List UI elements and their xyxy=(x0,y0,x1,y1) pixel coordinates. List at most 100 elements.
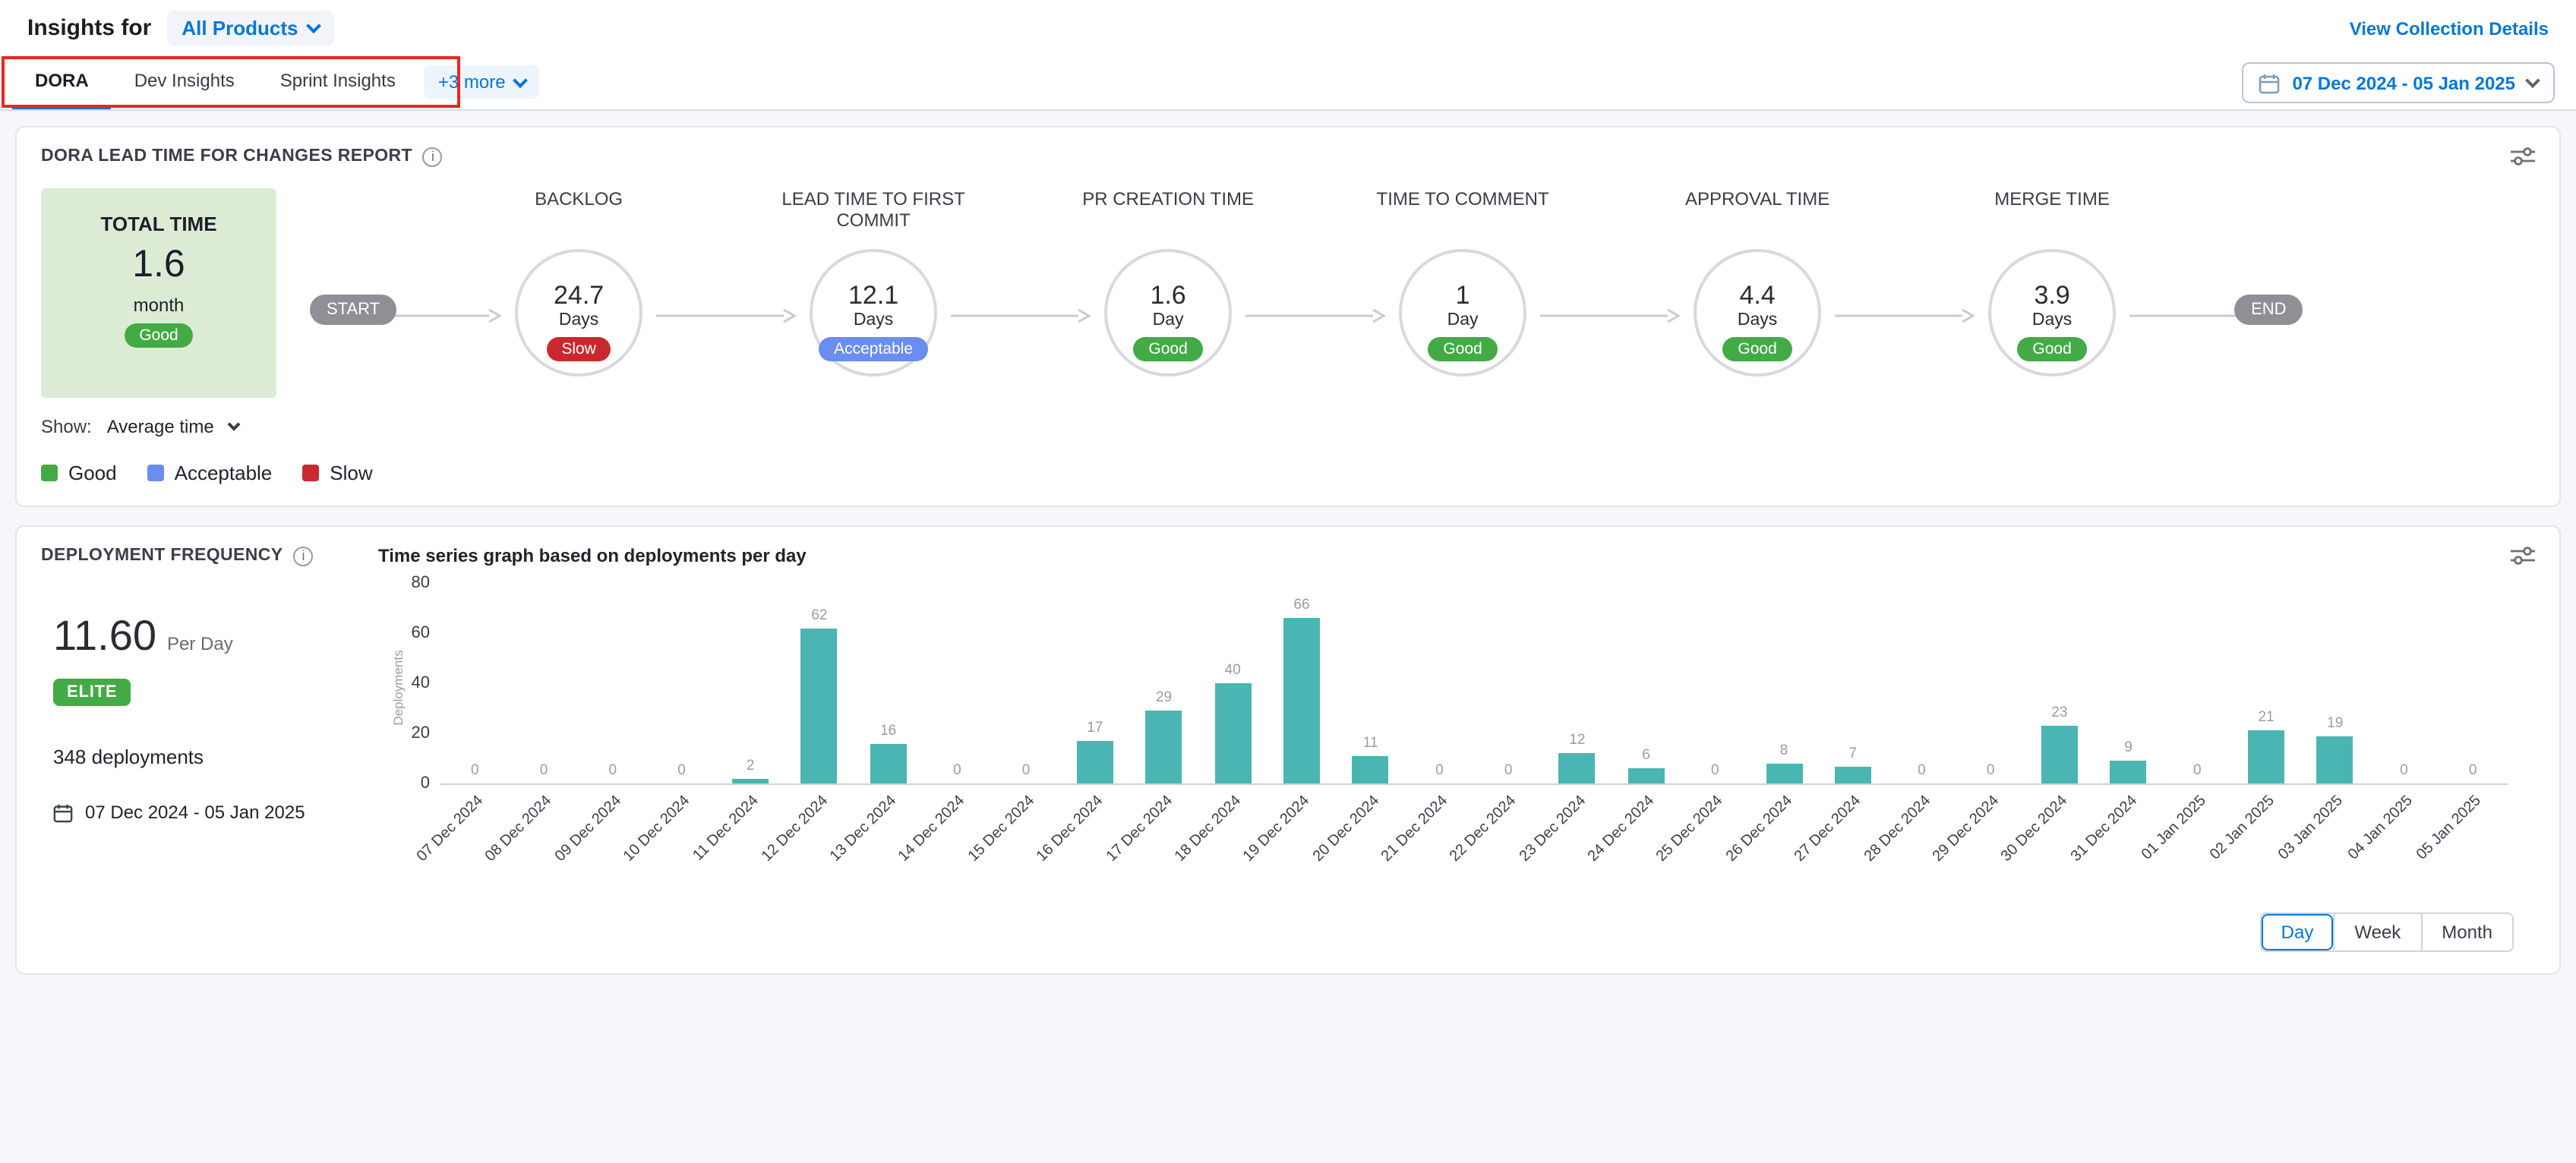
chart-settings-icon[interactable] xyxy=(2511,146,2535,167)
stage-name: TIME TO COMMENT xyxy=(1362,188,1563,249)
x-axis-label: 20 Dec 2024 xyxy=(1310,793,1383,865)
bar[interactable] xyxy=(1214,683,1251,783)
info-icon[interactable]: i xyxy=(294,546,314,566)
legend: GoodAcceptableSlow xyxy=(41,462,2535,484)
bar-value-label: 0 xyxy=(1504,762,1513,779)
info-icon[interactable]: i xyxy=(423,147,443,166)
x-axis-label: 26 Dec 2024 xyxy=(1723,793,1796,865)
bar-value-label: 6 xyxy=(1642,747,1650,764)
rating-badge: Slow xyxy=(546,337,611,361)
bar-column: 015 Dec 2024 xyxy=(992,585,1061,783)
bar[interactable] xyxy=(870,743,907,783)
bar-value-label: 66 xyxy=(1293,597,1309,613)
granularity-week[interactable]: Week xyxy=(2333,914,2420,950)
stage-value: 24.7 xyxy=(554,281,604,311)
bar-column: 1716 Dec 2024 xyxy=(1060,585,1129,783)
x-axis-label: 21 Dec 2024 xyxy=(1378,793,1451,865)
end-node: END xyxy=(2234,295,2303,325)
bar-column: 1613 Dec 2024 xyxy=(854,585,923,783)
bar-value-label: 0 xyxy=(471,762,479,779)
bar-column: 1120 Dec 2024 xyxy=(1336,585,1405,783)
x-axis-label: 08 Dec 2024 xyxy=(483,793,556,865)
x-axis-label: 07 Dec 2024 xyxy=(414,793,487,865)
stage-value: 1.6 xyxy=(1150,281,1185,311)
chart-settings-icon[interactable] xyxy=(2511,545,2535,566)
bar-value-label: 16 xyxy=(880,722,896,739)
bar-column: 6619 Dec 2024 xyxy=(1267,585,1337,783)
bar-column: 022 Dec 2024 xyxy=(1474,585,1543,783)
bar[interactable] xyxy=(1146,711,1182,783)
bar[interactable] xyxy=(2317,736,2353,783)
x-axis-label: 23 Dec 2024 xyxy=(1517,793,1589,865)
bar-column: 624 Dec 2024 xyxy=(1612,585,1681,783)
total-rating-badge: Good xyxy=(124,323,193,348)
product-selector[interactable]: All Products xyxy=(166,11,334,46)
tab-dev-insights[interactable]: Dev Insights xyxy=(112,55,257,109)
app-root: Insights for All Products View Collectio… xyxy=(0,0,2576,1163)
deployment-title-group: DEPLOYMENT FREQUENCY i xyxy=(41,546,368,566)
stage-backlog: BACKLOG24.7DaysSlow xyxy=(466,188,691,377)
bar[interactable] xyxy=(1283,618,1320,783)
x-axis-label: 18 Dec 2024 xyxy=(1172,793,1245,865)
deployment-rate: 11.60 Per Day xyxy=(53,612,368,660)
bar[interactable] xyxy=(2248,731,2284,783)
bar[interactable] xyxy=(1077,741,1113,783)
bar[interactable] xyxy=(801,628,838,783)
x-axis-label: 09 Dec 2024 xyxy=(552,793,625,865)
bar-value-label: 17 xyxy=(1087,720,1103,736)
total-time-label: TOTAL TIME xyxy=(100,213,216,235)
x-axis-label: 15 Dec 2024 xyxy=(965,793,1038,865)
legend-item-good: Good xyxy=(41,462,117,484)
bar-column: 2917 Dec 2024 xyxy=(1129,585,1198,783)
granularity-day[interactable]: Day xyxy=(2262,914,2334,950)
bar-column: 007 Dec 2024 xyxy=(440,585,510,783)
show-selector[interactable]: Show: Average time xyxy=(41,416,2535,437)
deployment-rate-unit: Per Day xyxy=(167,633,233,654)
tab-dora[interactable]: DORA xyxy=(12,55,112,109)
bar[interactable] xyxy=(732,778,769,783)
legend-item-acceptable: Acceptable xyxy=(147,462,273,484)
more-tabs-button[interactable]: +3 more xyxy=(425,65,539,99)
bar-column: 021 Dec 2024 xyxy=(1405,585,1474,783)
calendar-icon xyxy=(2259,72,2280,93)
bar-value-label: 0 xyxy=(1435,762,1444,779)
tab-sprint-insights[interactable]: Sprint Insights xyxy=(257,55,418,109)
x-axis-label: 14 Dec 2024 xyxy=(896,793,969,865)
granularity-month[interactable]: Month xyxy=(2420,914,2512,950)
rating-badge: Good xyxy=(1133,337,1202,361)
deployment-date-range: 07 Dec 2024 - 05 Jan 2025 xyxy=(53,802,368,823)
bar-value-label: 0 xyxy=(1918,762,1926,779)
bar[interactable] xyxy=(1628,768,1665,783)
legend-label: Acceptable xyxy=(175,462,273,484)
bar-value-label: 0 xyxy=(1987,762,1995,779)
stage-circle: 12.1DaysAcceptable xyxy=(810,249,937,377)
total-time-unit: month xyxy=(134,295,185,316)
bar-column: 009 Dec 2024 xyxy=(578,585,647,783)
bar-value-label: 0 xyxy=(540,762,548,779)
chevron-down-icon xyxy=(307,18,322,33)
bar[interactable] xyxy=(2110,761,2147,783)
bar-column: 1903 Jan 2025 xyxy=(2300,585,2369,783)
x-axis-label: 02 Jan 2025 xyxy=(2207,793,2278,863)
x-axis-label: 25 Dec 2024 xyxy=(1654,793,1727,865)
bar-column: 029 Dec 2024 xyxy=(1956,585,2025,783)
bar-value-label: 40 xyxy=(1225,662,1241,679)
stage-unit: Day xyxy=(1153,311,1184,329)
x-axis-label: 30 Dec 2024 xyxy=(1999,793,2072,865)
bar-value-label: 2 xyxy=(747,757,755,774)
bar[interactable] xyxy=(1835,766,1871,783)
bar-value-label: 11 xyxy=(1363,735,1378,752)
bar[interactable] xyxy=(1766,764,1802,783)
bar[interactable] xyxy=(2041,726,2078,783)
elite-badge: ELITE xyxy=(53,679,131,706)
bar[interactable] xyxy=(1559,753,1596,783)
x-axis-label: 04 Jan 2025 xyxy=(2345,793,2416,863)
stage-name: PR CREATION TIME xyxy=(1068,188,1268,249)
bar-column: 010 Dec 2024 xyxy=(647,585,716,783)
view-collection-details-link[interactable]: View Collection Details xyxy=(2350,17,2549,39)
legend-label: Good xyxy=(68,462,117,484)
date-range-picker[interactable]: 07 Dec 2024 - 05 Jan 2025 xyxy=(2242,62,2555,103)
chevron-down-icon xyxy=(227,418,240,431)
bar[interactable] xyxy=(1353,756,1389,783)
x-axis-label: 13 Dec 2024 xyxy=(827,793,900,865)
